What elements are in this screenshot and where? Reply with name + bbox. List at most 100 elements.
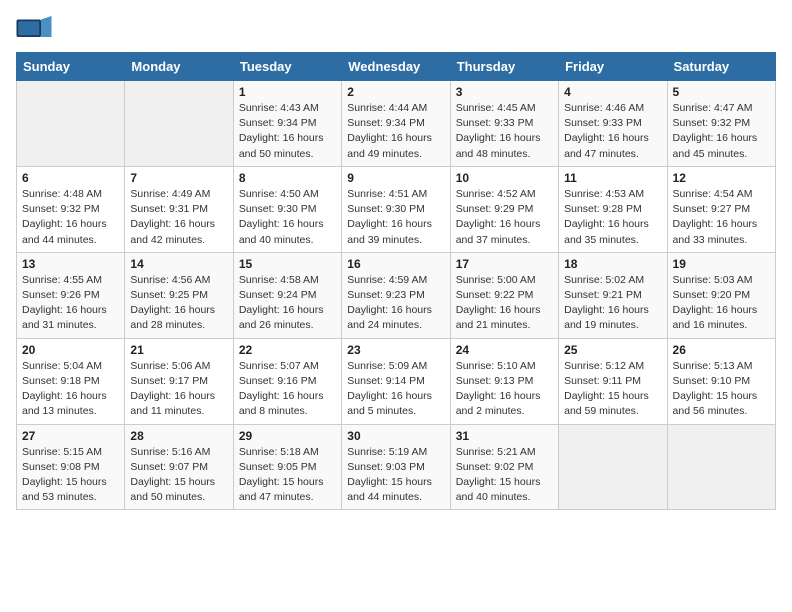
day-info: Sunrise: 4:58 AM Sunset: 9:24 PM Dayligh…	[239, 273, 336, 334]
calendar-cell: 29Sunrise: 5:18 AM Sunset: 9:05 PM Dayli…	[233, 424, 341, 510]
calendar-cell: 7 Sunrise: 4:49 AM Sunset: 9:31 PM Daylig…	[125, 166, 233, 252]
day-number: 18	[564, 257, 661, 271]
calendar-cell: 26 Sunrise: 5:13 AM Sunset: 9:10 PM Dayli…	[667, 338, 775, 424]
day-number: 5	[673, 85, 770, 99]
day-number: 9	[347, 171, 444, 185]
day-info: Sunrise: 5:15 AM Sunset: 9:08 PM Dayligh…	[22, 445, 119, 506]
day-info: Sunrise: 4:44 AM Sunset: 9:34 PM Dayligh…	[347, 101, 444, 162]
day-info: Sunrise: 4:51 AM Sunset: 9:30 PM Dayligh…	[347, 187, 444, 248]
day-number: 14	[130, 257, 227, 271]
day-info: Sunrise: 5:00 AM Sunset: 9:22 PM Dayligh…	[456, 273, 553, 334]
calendar-cell: 25 Sunrise: 5:12 AM Sunset: 9:11 PM Dayli…	[559, 338, 667, 424]
day-number: 8	[239, 171, 336, 185]
day-info: Sunrise: 4:52 AM Sunset: 9:29 PM Dayligh…	[456, 187, 553, 248]
day-info: Sunrise: 4:45 AM Sunset: 9:33 PM Dayligh…	[456, 101, 553, 162]
day-number: 30	[347, 429, 444, 443]
day-number: 6	[22, 171, 119, 185]
calendar-week-4: 20 Sunrise: 5:04 AM Sunset: 9:18 PM Dayli…	[17, 338, 776, 424]
calendar-cell: 24 Sunrise: 5:10 AM Sunset: 9:13 PM Dayli…	[450, 338, 558, 424]
calendar-cell: 1Sunrise: 4:43 AM Sunset: 9:34 PM Daylig…	[233, 81, 341, 167]
calendar-header-row: SundayMondayTuesdayWednesdayThursdayFrid…	[17, 53, 776, 81]
day-info: Sunrise: 5:10 AM Sunset: 9:13 PM Dayligh…	[456, 359, 553, 420]
calendar-cell: 18 Sunrise: 5:02 AM Sunset: 9:21 PM Dayli…	[559, 252, 667, 338]
day-number: 26	[673, 343, 770, 357]
calendar-week-1: 1Sunrise: 4:43 AM Sunset: 9:34 PM Daylig…	[17, 81, 776, 167]
day-number: 15	[239, 257, 336, 271]
page-header	[16, 16, 776, 44]
calendar-cell: 11Sunrise: 4:53 AM Sunset: 9:28 PM Dayli…	[559, 166, 667, 252]
calendar-week-3: 13Sunrise: 4:55 AM Sunset: 9:26 PM Dayli…	[17, 252, 776, 338]
day-info: Sunrise: 5:03 AM Sunset: 9:20 PM Dayligh…	[673, 273, 770, 334]
day-number: 24	[456, 343, 553, 357]
day-info: Sunrise: 4:49 AM Sunset: 9:31 PM Dayligh…	[130, 187, 227, 248]
calendar-cell: 14Sunrise: 4:56 AM Sunset: 9:25 PM Dayli…	[125, 252, 233, 338]
logo	[16, 16, 56, 44]
calendar-cell: 4 Sunrise: 4:46 AM Sunset: 9:33 PM Daylig…	[559, 81, 667, 167]
column-header-tuesday: Tuesday	[233, 53, 341, 81]
calendar-cell: 22 Sunrise: 5:07 AM Sunset: 9:16 PM Dayli…	[233, 338, 341, 424]
calendar-week-2: 6 Sunrise: 4:48 AM Sunset: 9:32 PM Daylig…	[17, 166, 776, 252]
calendar-cell: 2Sunrise: 4:44 AM Sunset: 9:34 PM Daylig…	[342, 81, 450, 167]
day-info: Sunrise: 4:48 AM Sunset: 9:32 PM Dayligh…	[22, 187, 119, 248]
column-header-monday: Monday	[125, 53, 233, 81]
day-number: 13	[22, 257, 119, 271]
day-number: 4	[564, 85, 661, 99]
calendar-cell: 23 Sunrise: 5:09 AM Sunset: 9:14 PM Dayli…	[342, 338, 450, 424]
day-info: Sunrise: 4:53 AM Sunset: 9:28 PM Dayligh…	[564, 187, 661, 248]
column-header-thursday: Thursday	[450, 53, 558, 81]
day-info: Sunrise: 5:04 AM Sunset: 9:18 PM Dayligh…	[22, 359, 119, 420]
calendar-cell: 6 Sunrise: 4:48 AM Sunset: 9:32 PM Daylig…	[17, 166, 125, 252]
calendar-cell	[667, 424, 775, 510]
calendar-cell: 3 Sunrise: 4:45 AM Sunset: 9:33 PM Daylig…	[450, 81, 558, 167]
calendar-cell: 15 Sunrise: 4:58 AM Sunset: 9:24 PM Dayli…	[233, 252, 341, 338]
calendar-cell: 21Sunrise: 5:06 AM Sunset: 9:17 PM Dayli…	[125, 338, 233, 424]
calendar-cell: 12Sunrise: 4:54 AM Sunset: 9:27 PM Dayli…	[667, 166, 775, 252]
calendar-cell: 17 Sunrise: 5:00 AM Sunset: 9:22 PM Dayli…	[450, 252, 558, 338]
calendar-cell	[559, 424, 667, 510]
day-info: Sunrise: 4:59 AM Sunset: 9:23 PM Dayligh…	[347, 273, 444, 334]
calendar-cell: 30 Sunrise: 5:19 AM Sunset: 9:03 PM Dayli…	[342, 424, 450, 510]
day-number: 27	[22, 429, 119, 443]
day-number: 31	[456, 429, 553, 443]
calendar-week-5: 27 Sunrise: 5:15 AM Sunset: 9:08 PM Dayli…	[17, 424, 776, 510]
day-info: Sunrise: 5:07 AM Sunset: 9:16 PM Dayligh…	[239, 359, 336, 420]
calendar-cell: 27 Sunrise: 5:15 AM Sunset: 9:08 PM Dayli…	[17, 424, 125, 510]
day-number: 23	[347, 343, 444, 357]
day-info: Sunrise: 4:43 AM Sunset: 9:34 PM Dayligh…	[239, 101, 336, 162]
calendar-cell: 20 Sunrise: 5:04 AM Sunset: 9:18 PM Dayli…	[17, 338, 125, 424]
calendar-cell: 10 Sunrise: 4:52 AM Sunset: 9:29 PM Dayli…	[450, 166, 558, 252]
calendar-cell: 31 Sunrise: 5:21 AM Sunset: 9:02 PM Dayli…	[450, 424, 558, 510]
day-info: Sunrise: 4:54 AM Sunset: 9:27 PM Dayligh…	[673, 187, 770, 248]
day-info: Sunrise: 4:47 AM Sunset: 9:32 PM Dayligh…	[673, 101, 770, 162]
day-number: 22	[239, 343, 336, 357]
day-number: 20	[22, 343, 119, 357]
day-info: Sunrise: 5:02 AM Sunset: 9:21 PM Dayligh…	[564, 273, 661, 334]
calendar-cell	[17, 81, 125, 167]
day-info: Sunrise: 5:13 AM Sunset: 9:10 PM Dayligh…	[673, 359, 770, 420]
column-header-sunday: Sunday	[17, 53, 125, 81]
day-info: Sunrise: 4:46 AM Sunset: 9:33 PM Dayligh…	[564, 101, 661, 162]
logo-icon	[16, 16, 52, 44]
day-number: 10	[456, 171, 553, 185]
day-number: 3	[456, 85, 553, 99]
day-number: 25	[564, 343, 661, 357]
calendar-cell: 16 Sunrise: 4:59 AM Sunset: 9:23 PM Dayli…	[342, 252, 450, 338]
day-info: Sunrise: 5:12 AM Sunset: 9:11 PM Dayligh…	[564, 359, 661, 420]
calendar-cell: 5 Sunrise: 4:47 AM Sunset: 9:32 PM Daylig…	[667, 81, 775, 167]
calendar-cell: 19Sunrise: 5:03 AM Sunset: 9:20 PM Dayli…	[667, 252, 775, 338]
day-number: 16	[347, 257, 444, 271]
day-info: Sunrise: 5:09 AM Sunset: 9:14 PM Dayligh…	[347, 359, 444, 420]
day-number: 7	[130, 171, 227, 185]
calendar-cell	[125, 81, 233, 167]
calendar-cell: 9 Sunrise: 4:51 AM Sunset: 9:30 PM Daylig…	[342, 166, 450, 252]
column-header-saturday: Saturday	[667, 53, 775, 81]
calendar-cell: 13Sunrise: 4:55 AM Sunset: 9:26 PM Dayli…	[17, 252, 125, 338]
day-info: Sunrise: 4:50 AM Sunset: 9:30 PM Dayligh…	[239, 187, 336, 248]
day-number: 21	[130, 343, 227, 357]
calendar-cell: 8 Sunrise: 4:50 AM Sunset: 9:30 PM Daylig…	[233, 166, 341, 252]
day-info: Sunrise: 5:21 AM Sunset: 9:02 PM Dayligh…	[456, 445, 553, 506]
calendar-body: 1Sunrise: 4:43 AM Sunset: 9:34 PM Daylig…	[17, 81, 776, 510]
calendar-cell: 28Sunrise: 5:16 AM Sunset: 9:07 PM Dayli…	[125, 424, 233, 510]
day-number: 17	[456, 257, 553, 271]
day-info: Sunrise: 5:19 AM Sunset: 9:03 PM Dayligh…	[347, 445, 444, 506]
